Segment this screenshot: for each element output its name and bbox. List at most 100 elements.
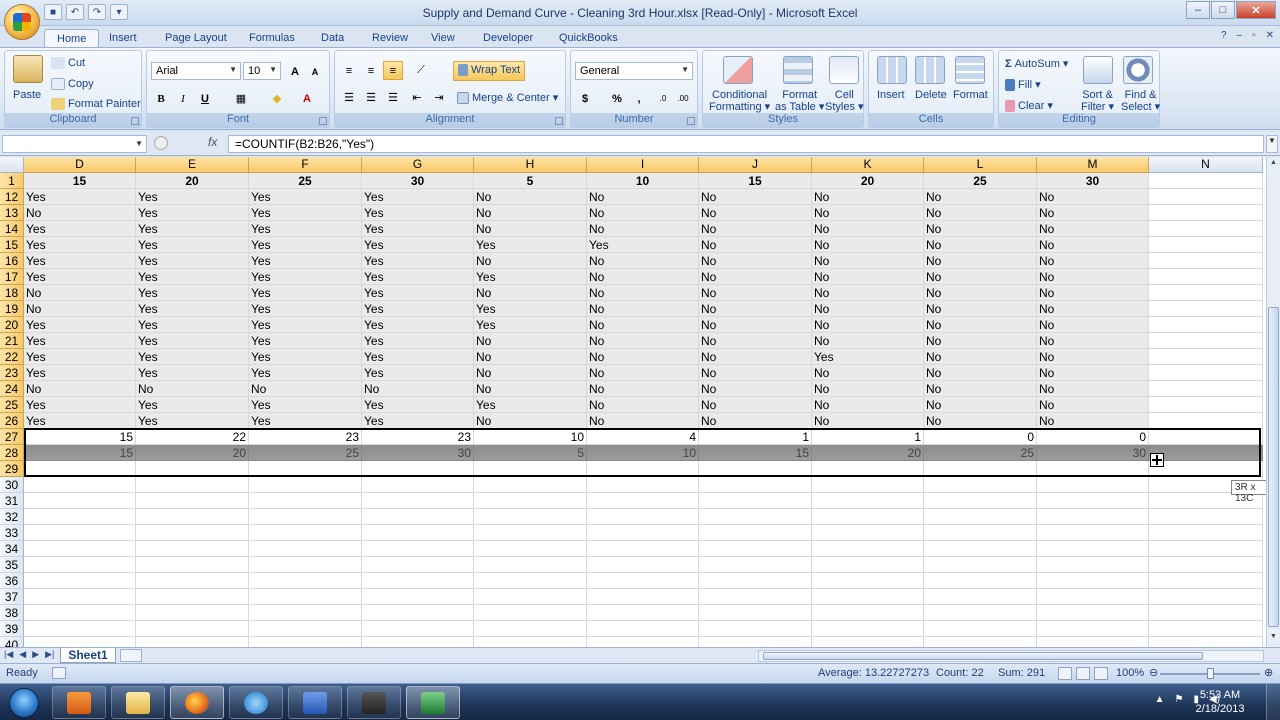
- column-header-n[interactable]: N: [1149, 157, 1263, 173]
- cell[interactable]: No: [924, 189, 1037, 205]
- cell[interactable]: Yes: [24, 237, 136, 253]
- minimize-icon[interactable]: –: [1186, 1, 1210, 19]
- cell[interactable]: Yes: [24, 333, 136, 349]
- last-sheet-icon[interactable]: ▶|: [45, 649, 54, 660]
- cell[interactable]: Yes: [362, 237, 474, 253]
- cell[interactable]: No: [1037, 285, 1149, 301]
- cell[interactable]: No: [924, 269, 1037, 285]
- cell[interactable]: No: [924, 413, 1037, 429]
- column-header-e[interactable]: E: [136, 157, 249, 173]
- help-icon[interactable]: ?: [1221, 30, 1227, 41]
- cell[interactable]: [1149, 237, 1263, 253]
- cell[interactable]: 10: [474, 429, 587, 445]
- cell[interactable]: [1037, 541, 1149, 557]
- cell[interactable]: [699, 573, 812, 589]
- cell[interactable]: No: [924, 317, 1037, 333]
- row-header[interactable]: 18: [0, 285, 24, 301]
- row-header[interactable]: 20: [0, 317, 24, 333]
- copy-button[interactable]: Copy: [51, 78, 94, 91]
- cell[interactable]: No: [699, 333, 812, 349]
- cell[interactable]: [1149, 525, 1263, 541]
- cell[interactable]: [362, 493, 474, 509]
- cell[interactable]: No: [587, 253, 699, 269]
- cell[interactable]: Yes: [362, 285, 474, 301]
- cell[interactable]: No: [1037, 221, 1149, 237]
- cell[interactable]: No: [587, 317, 699, 333]
- cell[interactable]: [699, 493, 812, 509]
- row-header[interactable]: 1: [0, 173, 24, 189]
- paste-button[interactable]: Paste: [13, 89, 41, 101]
- taskbar-media-player[interactable]: [52, 686, 106, 719]
- cell[interactable]: 15: [24, 429, 136, 445]
- cell[interactable]: [587, 621, 699, 637]
- number-format-combo[interactable]: General ▼: [575, 62, 693, 80]
- font-launcher-icon[interactable]: [319, 117, 327, 125]
- cell[interactable]: [1037, 573, 1149, 589]
- cell[interactable]: [587, 637, 699, 647]
- tab-formulas[interactable]: Formulas: [249, 29, 295, 48]
- cell[interactable]: Yes: [249, 397, 362, 413]
- horizontal-scroll-thumb[interactable]: [763, 652, 1203, 660]
- cell[interactable]: 30: [1037, 173, 1149, 189]
- cell[interactable]: [474, 525, 587, 541]
- cell[interactable]: [924, 557, 1037, 573]
- cell[interactable]: Yes: [812, 349, 924, 365]
- cell[interactable]: Yes: [24, 397, 136, 413]
- cell[interactable]: [1037, 605, 1149, 621]
- cell[interactable]: [1149, 349, 1263, 365]
- cell[interactable]: [474, 621, 587, 637]
- grow-font-icon[interactable]: A: [285, 62, 305, 81]
- cell[interactable]: No: [924, 381, 1037, 397]
- cell[interactable]: No: [587, 349, 699, 365]
- cell[interactable]: [362, 573, 474, 589]
- cell[interactable]: [587, 525, 699, 541]
- tab-developer[interactable]: Developer: [483, 29, 533, 48]
- cell[interactable]: [362, 477, 474, 493]
- cell[interactable]: No: [587, 285, 699, 301]
- cell[interactable]: Yes: [24, 413, 136, 429]
- cell[interactable]: No: [474, 413, 587, 429]
- cell[interactable]: No: [699, 221, 812, 237]
- row-header[interactable]: 17: [0, 269, 24, 285]
- zoom-level[interactable]: 100%: [1116, 667, 1144, 679]
- cell[interactable]: Yes: [249, 285, 362, 301]
- scroll-down-icon[interactable]: ▼: [1268, 633, 1279, 645]
- tab-home[interactable]: Home: [44, 29, 100, 48]
- cell[interactable]: 10: [587, 445, 699, 461]
- cell[interactable]: No: [699, 205, 812, 221]
- sheet-tab-sheet1[interactable]: Sheet1: [60, 648, 116, 663]
- row-header[interactable]: 23: [0, 365, 24, 381]
- cell[interactable]: [249, 573, 362, 589]
- align-center-icon[interactable]: ☰: [361, 88, 381, 107]
- cell[interactable]: [474, 493, 587, 509]
- cell[interactable]: 15: [699, 445, 812, 461]
- cell[interactable]: Yes: [362, 365, 474, 381]
- cell[interactable]: [924, 621, 1037, 637]
- cell[interactable]: 4: [587, 429, 699, 445]
- cell[interactable]: [24, 557, 136, 573]
- cell[interactable]: No: [474, 365, 587, 381]
- row-header[interactable]: 15: [0, 237, 24, 253]
- cell[interactable]: [136, 637, 249, 647]
- cell[interactable]: [362, 605, 474, 621]
- row-header[interactable]: 25: [0, 397, 24, 413]
- row-header[interactable]: 19: [0, 301, 24, 317]
- cell[interactable]: Yes: [362, 301, 474, 317]
- cell[interactable]: [1149, 621, 1263, 637]
- cell[interactable]: [587, 461, 699, 477]
- row-header[interactable]: 13: [0, 205, 24, 221]
- cell[interactable]: [24, 637, 136, 647]
- cell[interactable]: [699, 605, 812, 621]
- cell[interactable]: [362, 461, 474, 477]
- percent-button[interactable]: %: [607, 89, 627, 108]
- row-header[interactable]: 29: [0, 461, 24, 477]
- cell[interactable]: No: [924, 285, 1037, 301]
- cell[interactable]: No: [24, 285, 136, 301]
- underline-button[interactable]: U: [195, 89, 215, 108]
- cell[interactable]: No: [474, 333, 587, 349]
- row-header[interactable]: 32: [0, 509, 24, 525]
- tab-view[interactable]: View: [431, 29, 455, 48]
- cell[interactable]: No: [24, 205, 136, 221]
- clear-button[interactable]: Clear ▾: [1005, 99, 1053, 113]
- cell[interactable]: [924, 573, 1037, 589]
